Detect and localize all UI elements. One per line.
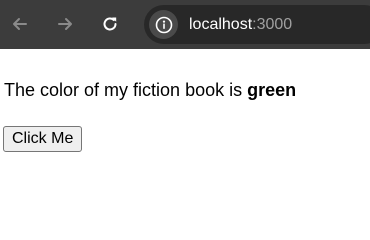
reload-icon <box>103 17 117 31</box>
page-content: The color of my fiction book is green Cl… <box>0 49 370 200</box>
forward-button[interactable] <box>53 12 77 36</box>
url-port: :3000 <box>252 16 293 33</box>
arrow-left-icon <box>13 18 27 30</box>
click-me-button[interactable]: Click Me <box>3 126 83 152</box>
url-host: localhost <box>189 16 253 33</box>
browser-toolbar: localhost:3000 <box>0 0 370 49</box>
book-color-sentence: The color of my fiction book is green <box>4 79 296 101</box>
arrow-right-icon <box>58 18 72 30</box>
info-icon <box>155 16 172 33</box>
url-text[interactable]: localhost:3000 <box>189 15 292 34</box>
address-bar[interactable]: localhost:3000 <box>144 5 370 44</box>
reload-button[interactable] <box>98 12 122 36</box>
site-info-button[interactable] <box>149 10 178 39</box>
color-value: green <box>247 80 297 100</box>
back-button[interactable] <box>8 12 32 36</box>
sentence-prefix: The color of my fiction book is <box>4 80 248 100</box>
